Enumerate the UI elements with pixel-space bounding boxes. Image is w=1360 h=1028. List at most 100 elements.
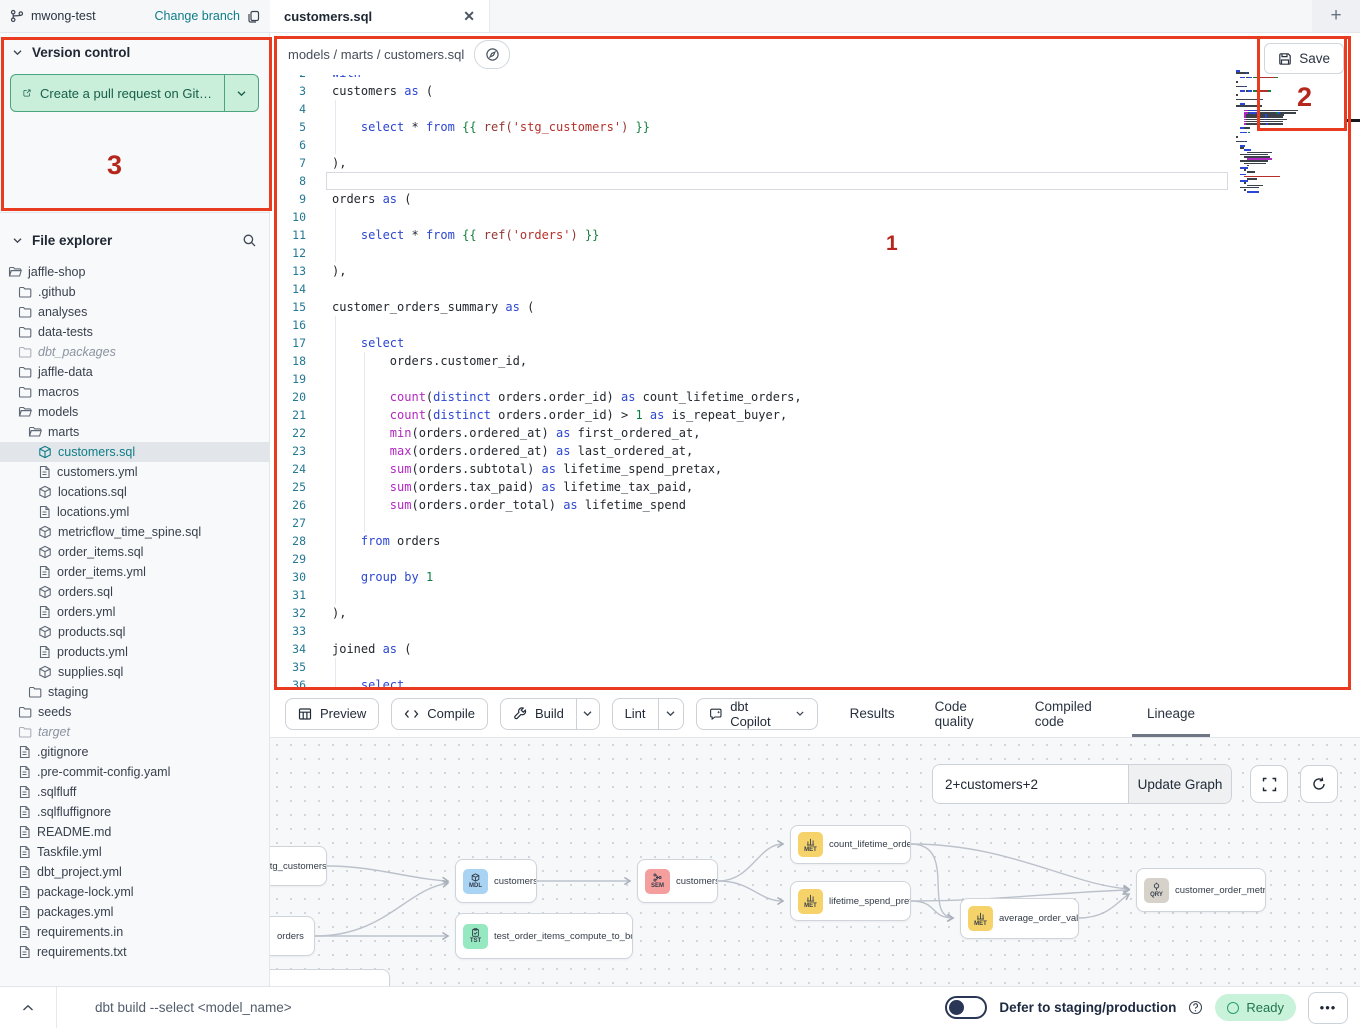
command-input[interactable]: dbt build --select <model_name> — [95, 1000, 945, 1015]
lineage-node-test-order-items-compute-to-bools-[interactable]: TSTtest_order_items_compute_to_bools... — [455, 913, 633, 959]
create-pr-caret[interactable] — [225, 75, 258, 111]
lineage-selector-input[interactable] — [933, 765, 1128, 803]
refresh-icon — [1311, 776, 1327, 792]
tree-item-products-sql[interactable]: products.sql — [0, 622, 269, 642]
tree-item-dbt-packages[interactable]: dbt_packages — [0, 342, 269, 362]
lineage-node-average-order-value[interactable]: METaverage_order_value — [960, 898, 1079, 939]
lineage-node-customer-order-metrics[interactable]: QRYcustomer_order_metrics — [1136, 868, 1266, 912]
tree-item--sqlfluff[interactable]: .sqlfluff — [0, 782, 269, 802]
tree-item-analyses[interactable]: analyses — [0, 302, 269, 322]
more-options-button[interactable]: ••• — [1308, 992, 1348, 1024]
defer-toggle[interactable] — [945, 996, 987, 1019]
tree-item-order-items-yml[interactable]: order_items.yml — [0, 562, 269, 582]
tree-item-packages-yml[interactable]: packages.yml — [0, 902, 269, 922]
lint-button[interactable]: Lint — [613, 699, 659, 729]
tree-item-orders-sql[interactable]: orders.sql — [0, 582, 269, 602]
close-icon[interactable]: ✕ — [463, 9, 475, 23]
dbt-copilot-button[interactable]: dbt Copilot — [696, 698, 818, 730]
tree-item--github[interactable]: .github — [0, 282, 269, 302]
tree-item-macros[interactable]: macros — [0, 382, 269, 402]
tab-customers-sql[interactable]: customers.sql ✕ — [270, 0, 490, 32]
tree-item-locations-yml[interactable]: locations.yml — [0, 502, 269, 522]
tab-results[interactable]: Results — [830, 690, 915, 737]
build-caret[interactable] — [577, 699, 599, 729]
command-bar-expand[interactable] — [0, 1004, 56, 1012]
node-label: test_order_items_compute_to_bools... — [494, 931, 633, 942]
tab-lineage[interactable]: Lineage — [1127, 690, 1215, 737]
tree-item-supplies-sql[interactable]: supplies.sql — [0, 662, 269, 682]
refresh-button[interactable] — [1300, 765, 1338, 803]
tree-item-products-yml[interactable]: products.yml — [0, 642, 269, 662]
line-number: 3 — [270, 82, 306, 100]
lineage-node-orders[interactable]: orders — [270, 916, 315, 956]
tree-item-order-items-sql[interactable]: order_items.sql — [0, 542, 269, 562]
change-branch-link[interactable]: Change branch — [155, 9, 240, 23]
tree-item-dbt-project-yml[interactable]: dbt_project.yml — [0, 862, 269, 882]
code-line-26: 26 sum(orders.order_total) as lifetime_s… — [270, 496, 1360, 514]
save-button[interactable]: Save — [1264, 43, 1344, 74]
code-line-16: 16 — [270, 316, 1360, 334]
tree-item-staging[interactable]: staging — [0, 682, 269, 702]
tree-item-label: analyses — [38, 305, 87, 319]
line-number: 15 — [270, 298, 306, 316]
code-line-32: 32), — [270, 604, 1360, 622]
lineage-node-customers[interactable]: SEMcustomers — [637, 859, 718, 903]
lineage-node-stg-customers[interactable]: stg_customers — [270, 846, 327, 886]
node-label: orders — [277, 931, 304, 942]
preview-button[interactable]: Preview — [285, 698, 379, 730]
tree-item-marts[interactable]: marts — [0, 422, 269, 442]
lineage-node-clipped[interactable] — [270, 969, 390, 986]
action-toolbar: Preview Compile Build Lint dbt Copilot — [270, 690, 1360, 737]
tab-compiled-code[interactable]: Compiled code — [1015, 690, 1127, 737]
tree-item-package-lock-yml[interactable]: package-lock.yml — [0, 882, 269, 902]
tree-item-data-tests[interactable]: data-tests — [0, 322, 269, 342]
tree-item--gitignore[interactable]: .gitignore — [0, 742, 269, 762]
help-icon[interactable] — [1188, 1000, 1203, 1015]
branch-name: mwong-test — [31, 9, 96, 23]
tree-item-customers-sql[interactable]: customers.sql — [0, 442, 269, 462]
node-badge-met-icon: MET — [798, 889, 823, 914]
lint-caret[interactable] — [659, 699, 683, 729]
lineage-node-count-lifetime-orders[interactable]: METcount_lifetime_orders — [790, 825, 911, 864]
copy-icon[interactable] — [247, 10, 260, 23]
tree-item-requirements-in[interactable]: requirements.in — [0, 922, 269, 942]
create-pr-button[interactable]: Create a pull request on Git… — [10, 74, 259, 112]
create-pr-main[interactable]: Create a pull request on Git… — [11, 75, 225, 111]
tree-item-taskfile-yml[interactable]: Taskfile.yml — [0, 842, 269, 862]
tree-item-orders-yml[interactable]: orders.yml — [0, 602, 269, 622]
new-tab-button[interactable]: + — [1312, 0, 1360, 32]
minimap[interactable] — [1232, 66, 1336, 202]
tree-item-readme-md[interactable]: README.md — [0, 822, 269, 842]
tree-item-jaffle-shop[interactable]: jaffle-shop — [0, 262, 269, 282]
tree-item-requirements-txt[interactable]: requirements.txt — [0, 942, 269, 962]
lineage-node-lifetime-spend-pretax[interactable]: METlifetime_spend_pretax — [790, 881, 911, 921]
code-line-34: 34joined as ( — [270, 640, 1360, 658]
tab-code-quality[interactable]: Code quality — [915, 690, 1015, 737]
tree-item-customers-yml[interactable]: customers.yml — [0, 462, 269, 482]
tab-title: customers.sql — [284, 9, 372, 24]
code-line-6: 6 — [270, 136, 1360, 154]
copilot-compass-button[interactable] — [474, 40, 510, 69]
file-explorer-title: File explorer — [32, 233, 112, 248]
lineage-node-customers[interactable]: MDLcustomers — [455, 859, 537, 903]
tree-item-jaffle-data[interactable]: jaffle-data — [0, 362, 269, 382]
file-explorer-header[interactable]: File explorer — [0, 221, 269, 256]
tree-item--sqlfluffignore[interactable]: .sqlfluffignore — [0, 802, 269, 822]
search-icon[interactable] — [242, 233, 257, 248]
tree-item-seeds[interactable]: seeds — [0, 702, 269, 722]
build-button[interactable]: Build — [501, 699, 577, 729]
version-control-header[interactable]: Version control — [0, 33, 269, 68]
tree-item-metricflow-time-spine-sql[interactable]: metricflow_time_spine.sql — [0, 522, 269, 542]
tree-item--pre-commit-config-yaml[interactable]: .pre-commit-config.yaml — [0, 762, 269, 782]
tree-item-target[interactable]: target — [0, 722, 269, 742]
preview-label: Preview — [320, 706, 366, 721]
update-graph-button[interactable]: Update Graph — [1128, 765, 1231, 803]
code-editor[interactable]: 2with3customers as (45 select * from {{ … — [270, 75, 1360, 690]
tree-item-models[interactable]: models — [0, 402, 269, 422]
compile-button[interactable]: Compile — [391, 698, 488, 730]
tree-item-label: data-tests — [38, 325, 93, 339]
tree-item-label: dbt_project.yml — [37, 865, 122, 879]
line-number: 34 — [270, 640, 306, 658]
fullscreen-button[interactable] — [1250, 765, 1288, 803]
tree-item-locations-sql[interactable]: locations.sql — [0, 482, 269, 502]
